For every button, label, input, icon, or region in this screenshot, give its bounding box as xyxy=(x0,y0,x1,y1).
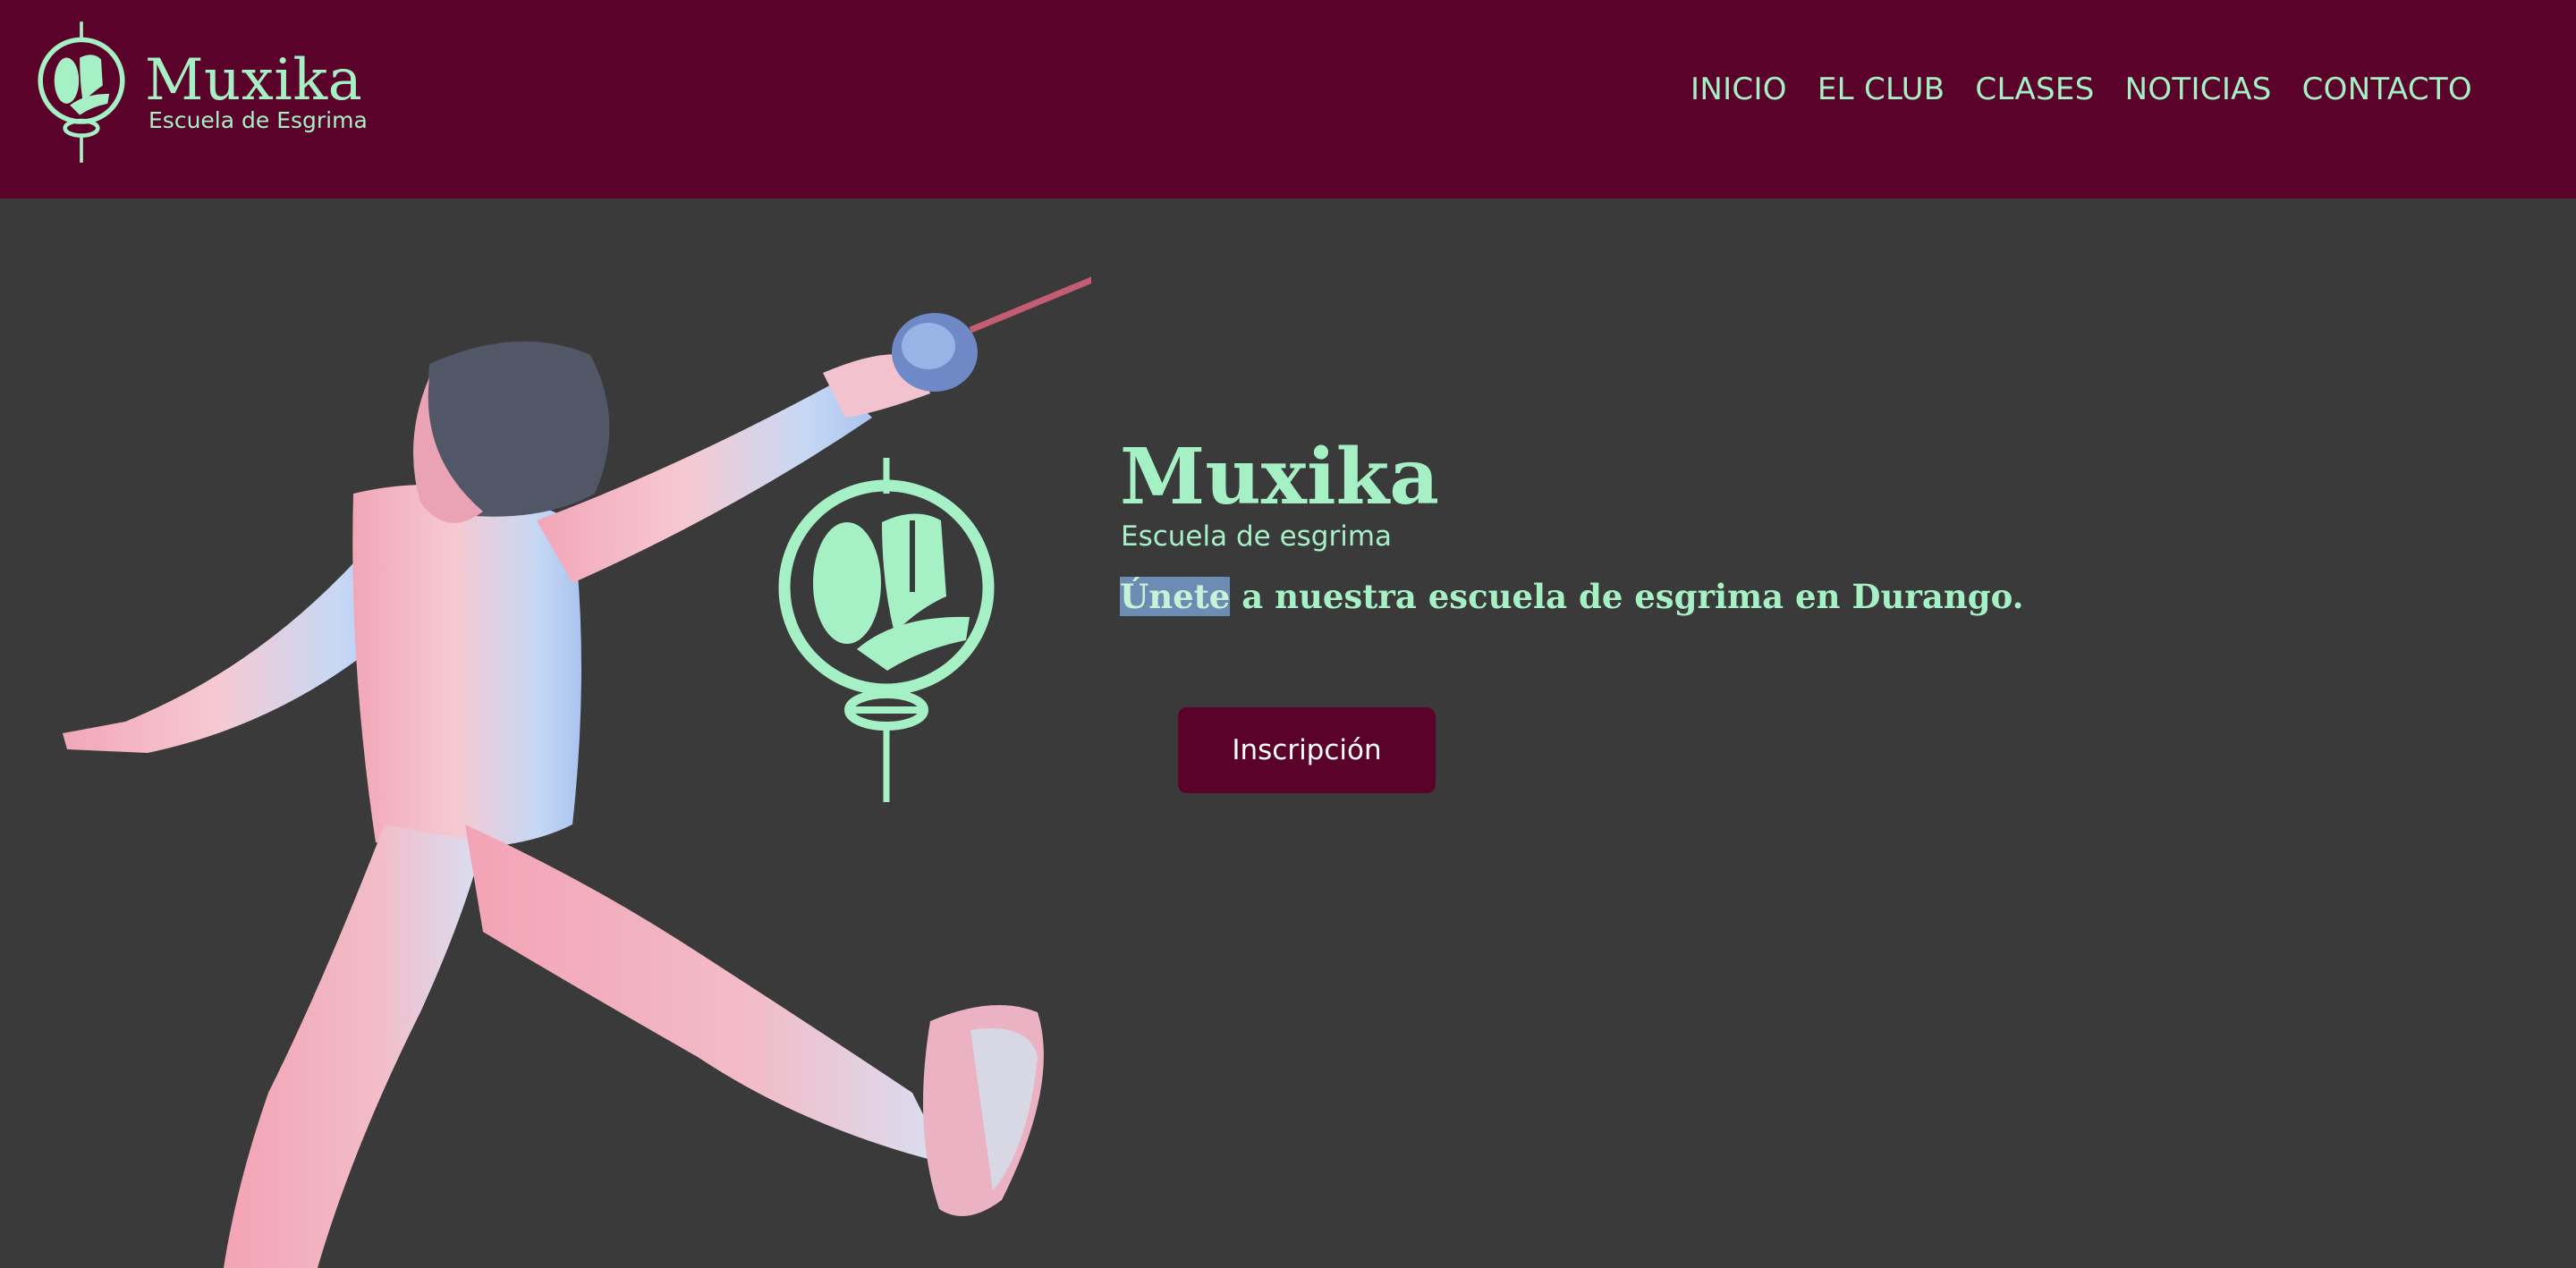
fencing-mask-shield-emblem-icon xyxy=(38,21,125,163)
brand-logo-link[interactable]: Muxika Escuela de Esgrima xyxy=(32,16,368,168)
brand-text: Muxika Escuela de Esgrima xyxy=(145,51,368,133)
brand-name: Muxika xyxy=(145,47,363,114)
nav-el-club[interactable]: EL CLUB xyxy=(1818,64,1945,114)
page: Muxika Escuela de Esgrima INICIO EL CLUB… xyxy=(0,0,2576,1268)
nav-inicio[interactable]: INICIO xyxy=(1690,64,1787,114)
hero-section: Muxika Escuela de esgrima Únete a nuestr… xyxy=(0,199,2576,1268)
brand-subtitle: Escuela de Esgrima xyxy=(148,107,368,133)
nav-contacto[interactable]: CONTACTO xyxy=(2302,64,2472,114)
fencing-mask-shield-emblem-icon xyxy=(778,458,995,802)
main-nav: INICIO EL CLUB CLASES NOTICIAS CONTACTO xyxy=(1690,64,2472,114)
hero-subtitle: Escuela de esgrima xyxy=(1121,520,1393,553)
site-header: Muxika Escuela de Esgrima INICIO EL CLUB… xyxy=(0,0,2576,199)
tagline-highlighted-word: Únete xyxy=(1120,577,1231,616)
nav-noticias[interactable]: NOTICIAS xyxy=(2125,64,2272,114)
nav-clases[interactable]: CLASES xyxy=(1975,64,2094,114)
tagline-text: a nuestra escuela de esgrima en Durango. xyxy=(1230,577,2024,616)
inscription-button[interactable]: Inscripción xyxy=(1178,707,1436,793)
hero-title: Muxika xyxy=(1120,432,1439,522)
hero-tagline: Únete a nuestra escuela de esgrima en Du… xyxy=(1120,574,2024,619)
